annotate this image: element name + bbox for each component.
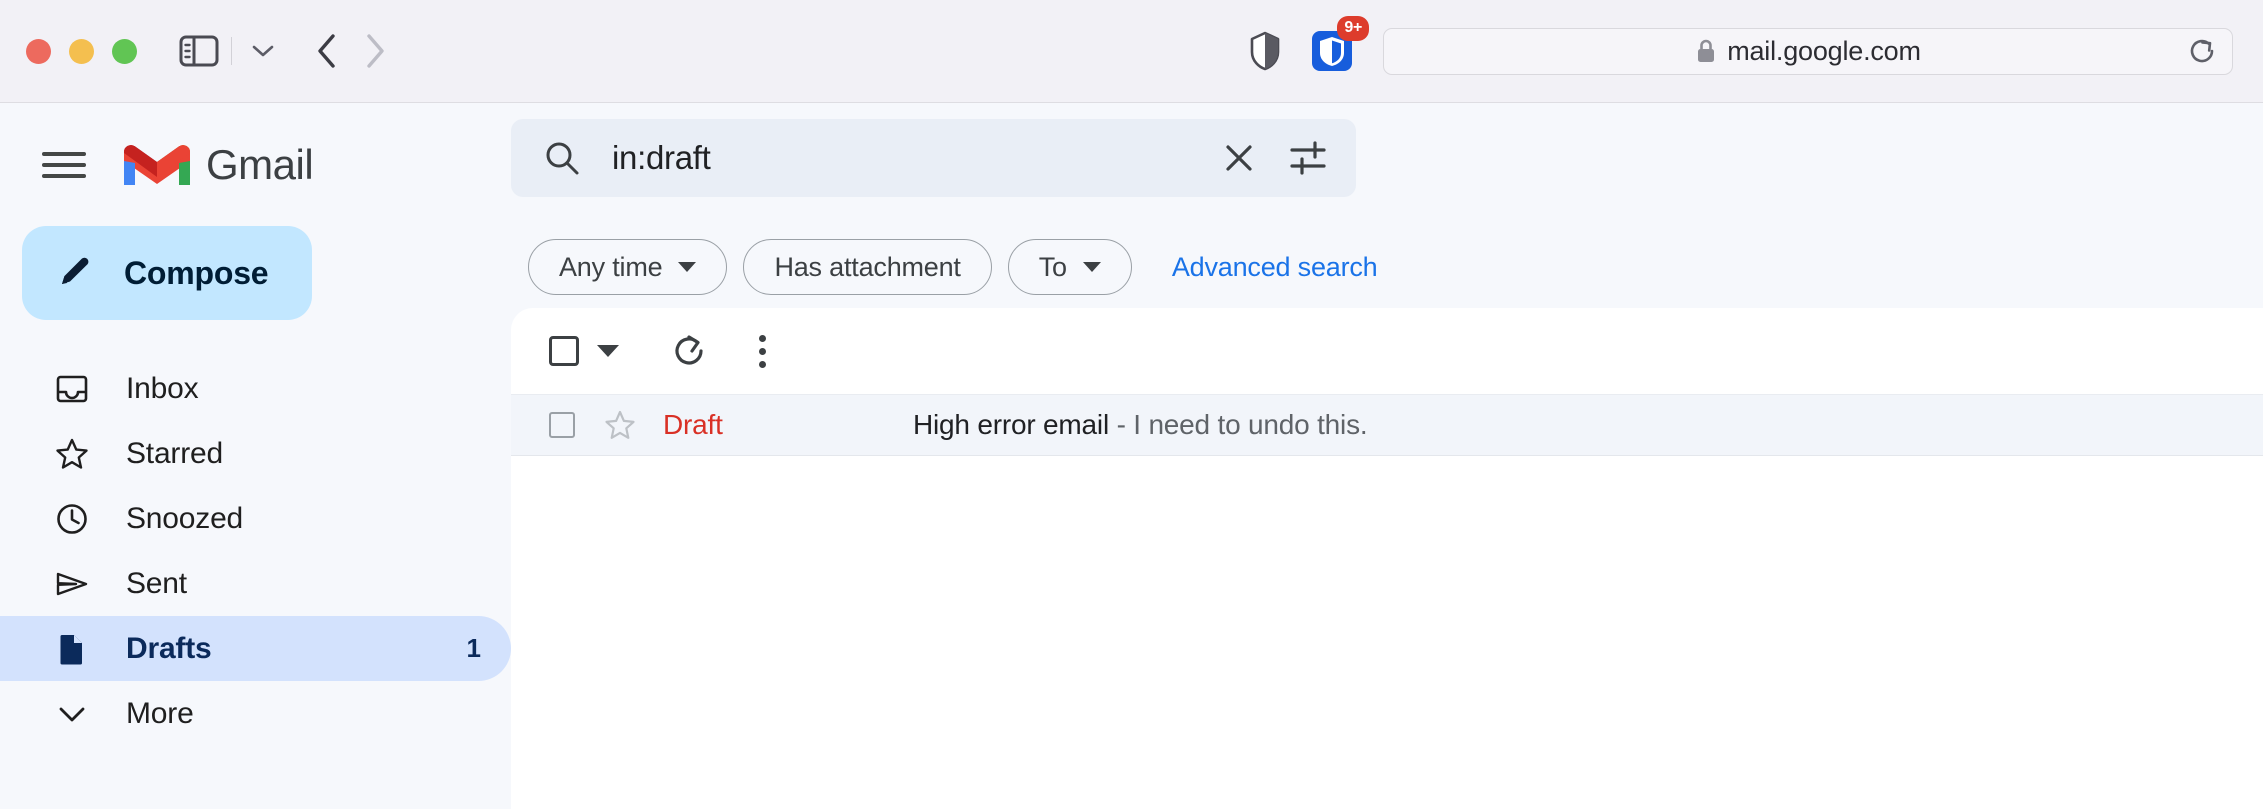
gmail-topbar: Gmail — [0, 103, 2263, 226]
search-options-icon[interactable] — [1288, 139, 1328, 177]
sidebar-item-snoozed[interactable]: Snoozed — [0, 486, 511, 551]
draft-icon — [52, 632, 92, 666]
bitwarden-extension-button[interactable]: 9+ — [1311, 16, 1369, 72]
chevron-down-icon — [678, 262, 697, 272]
browser-chrome: 9+ mail.google.com — [0, 0, 2263, 103]
search-bar[interactable] — [511, 119, 1356, 197]
clear-search-icon[interactable] — [1220, 139, 1258, 177]
sidebar: Compose Inbox Starred Snoozed Sent Draft… — [0, 226, 511, 809]
star-icon — [52, 437, 92, 471]
reload-icon[interactable] — [2186, 35, 2218, 67]
gmail-brand[interactable]: Gmail — [124, 140, 314, 190]
url-text: mail.google.com — [1727, 35, 1921, 66]
chip-label: Any time — [559, 251, 663, 282]
chrome-divider — [231, 37, 232, 65]
navigation-buttons — [314, 31, 388, 71]
row-select-checkbox[interactable] — [549, 412, 575, 438]
extension-toolbar: 9+ — [1249, 16, 1369, 72]
row-draft-label: Draft — [663, 409, 723, 440]
sidebar-nav-list: Inbox Starred Snoozed Sent Drafts 1 More — [0, 356, 511, 746]
row-separator: - — [1108, 409, 1134, 440]
mail-list-toolbar — [511, 308, 2263, 394]
sidebar-item-count: 1 — [466, 633, 481, 663]
close-window-button[interactable] — [26, 38, 51, 64]
refresh-icon[interactable] — [669, 331, 709, 371]
inbox-icon — [52, 372, 92, 406]
gmail-body: Compose Inbox Starred Snoozed Sent Draft… — [0, 226, 2263, 809]
mail-list-row[interactable]: Draft High error email - I need to undo … — [511, 394, 2263, 456]
sidebar-item-starred[interactable]: Starred — [0, 421, 511, 486]
window-controls — [26, 38, 137, 64]
row-subject-text: High error email — [913, 409, 1109, 440]
gmail-app: Gmail in:draft Any time Has attachment T… — [0, 103, 2263, 809]
gmail-logo-icon — [124, 144, 190, 185]
url-bar[interactable]: mail.google.com — [1383, 27, 2233, 75]
select-all-dropdown-icon[interactable] — [597, 345, 619, 357]
star-icon[interactable] — [603, 408, 637, 442]
chip-has-attachment[interactable]: Has attachment — [743, 239, 992, 295]
mail-list-panel: Draft High error email - I need to undo … — [511, 308, 2263, 809]
chip-any-time[interactable]: Any time — [528, 239, 728, 295]
sidebar-item-sent[interactable]: Sent — [0, 551, 511, 616]
search-input[interactable] — [612, 139, 1220, 177]
advanced-search-link[interactable]: Advanced search — [1172, 252, 1378, 283]
sidebar-item-drafts[interactable]: Drafts 1 — [0, 616, 511, 681]
search-filter-chips: Any time Has attachment To Advanced sear… — [0, 226, 2263, 308]
sidebar-item-label: Sent — [126, 566, 187, 600]
sidebar-item-more[interactable]: More — [0, 681, 511, 746]
more-options-icon[interactable] — [759, 334, 766, 368]
chip-label: Has attachment — [774, 251, 961, 282]
sidebar-item-label: More — [126, 696, 194, 730]
zoom-window-button[interactable] — [112, 38, 137, 64]
chip-to[interactable]: To — [1007, 239, 1132, 295]
row-snippet: I need to undo this. — [1133, 409, 1368, 440]
minimize-window-button[interactable] — [69, 38, 94, 64]
gmail-wordmark: Gmail — [206, 140, 314, 188]
clock-icon — [52, 502, 92, 536]
url-display: mail.google.com — [1384, 36, 2232, 67]
sidebar-item-label: Drafts — [126, 631, 212, 665]
sidebar-toggle-group — [179, 34, 276, 68]
lock-icon — [1698, 39, 1715, 62]
back-icon[interactable] — [314, 31, 340, 71]
chevron-down-icon — [52, 697, 92, 731]
row-subject: High error email - I need to undo this. — [913, 409, 1368, 441]
sidebar-item-label: Inbox — [126, 371, 199, 405]
privacy-shield-icon[interactable] — [1249, 31, 1281, 71]
forward-icon[interactable] — [362, 31, 388, 71]
sidebar-item-label: Snoozed — [126, 501, 244, 535]
sidebar-item-inbox[interactable]: Inbox — [0, 356, 511, 421]
select-all-checkbox[interactable] — [549, 336, 579, 366]
main-menu-icon[interactable] — [42, 143, 86, 187]
sidebar-toggle-icon[interactable] — [179, 34, 219, 68]
chip-label: To — [1038, 251, 1067, 282]
send-icon — [52, 567, 92, 601]
chevron-down-icon[interactable] — [250, 42, 276, 60]
sidebar-item-label: Starred — [126, 436, 223, 470]
search-icon — [543, 139, 581, 177]
chevron-down-icon — [1082, 262, 1101, 272]
extension-badge-count: 9+ — [1337, 16, 1369, 41]
